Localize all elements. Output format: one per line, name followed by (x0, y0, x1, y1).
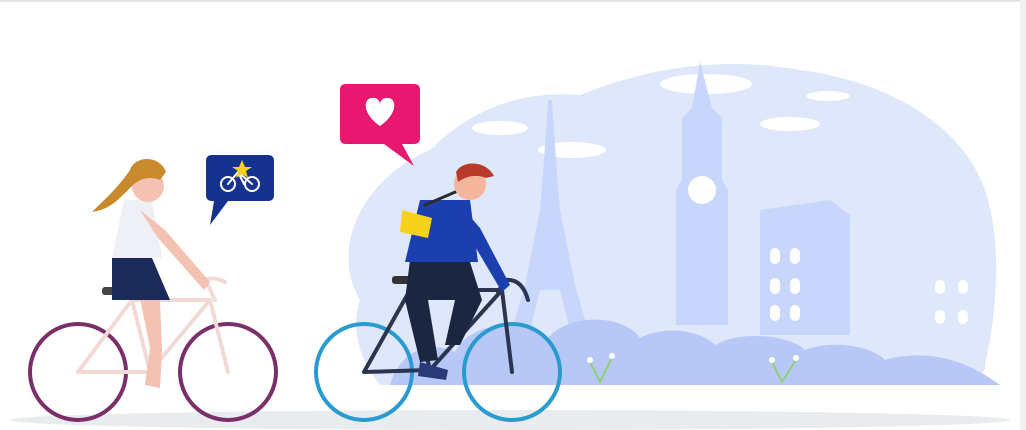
bicycle-star-speech-bubble-icon (206, 155, 274, 225)
clock-face (688, 176, 716, 204)
arched-building (900, 245, 985, 370)
heart-speech-bubble-icon (340, 84, 420, 166)
colosseum (760, 200, 850, 335)
illustration-stage (0, 0, 1026, 430)
image-border-right (1020, 0, 1026, 430)
cyclists-illustration (10, 62, 1010, 430)
